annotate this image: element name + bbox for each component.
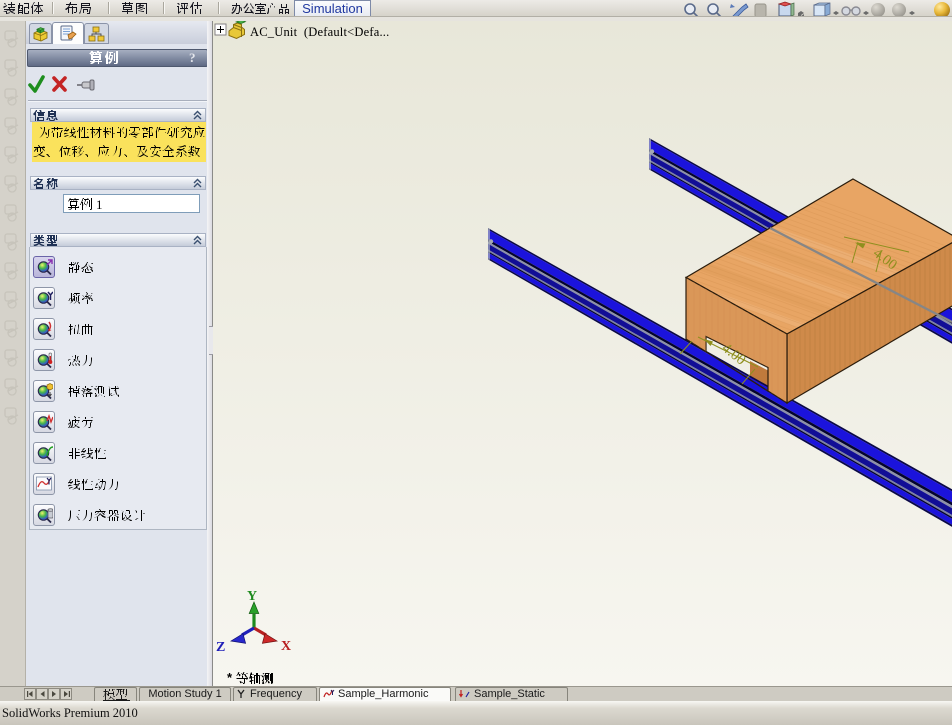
svg-text:Z: Z bbox=[216, 640, 225, 655]
svg-text:*: * bbox=[227, 670, 233, 685]
svg-text:X: X bbox=[281, 639, 291, 654]
svg-text:Y: Y bbox=[247, 589, 257, 604]
